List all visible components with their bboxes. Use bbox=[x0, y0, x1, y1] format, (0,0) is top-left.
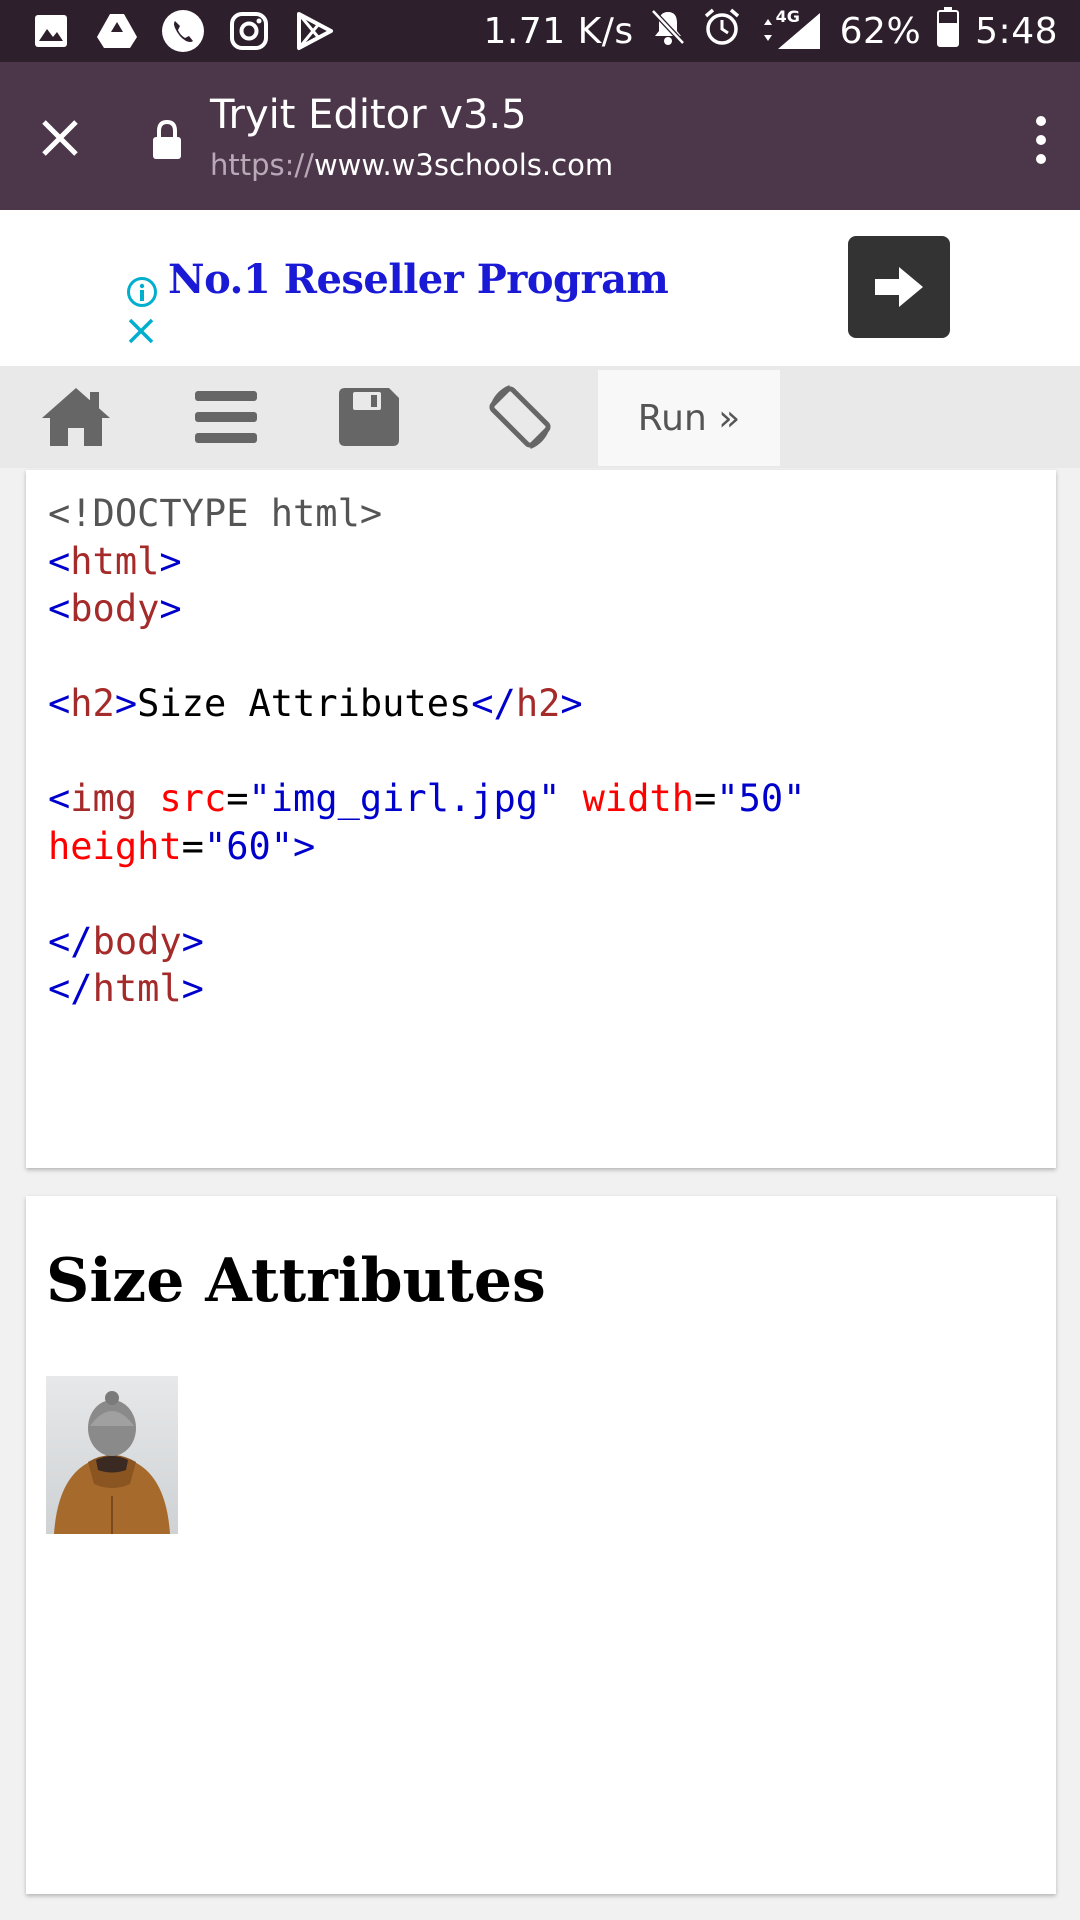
code-doctype: <!DOCTYPE html> bbox=[48, 492, 383, 535]
alarm-icon bbox=[702, 7, 742, 56]
signal-icon: 4G bbox=[758, 7, 824, 51]
battery-icon bbox=[937, 6, 960, 56]
editor-toolbar bbox=[0, 366, 1080, 468]
code-body-open: body bbox=[70, 587, 160, 630]
code-text[interactable]: <!DOCTYPE html> <html> <body> <h2>Size A… bbox=[48, 490, 805, 1013]
arrow-right-icon bbox=[875, 267, 923, 307]
page-title: Tryit Editor v3.5 bbox=[210, 92, 527, 138]
url-host: www.w3schools.com bbox=[313, 148, 614, 182]
phone-icon bbox=[160, 8, 206, 54]
run-button[interactable]: Run » bbox=[598, 370, 780, 466]
code-h2-close: h2 bbox=[515, 682, 561, 725]
result-image bbox=[46, 1376, 178, 1534]
save-icon[interactable] bbox=[324, 366, 416, 468]
instagram-icon bbox=[226, 8, 272, 54]
code-attr-src: src bbox=[159, 777, 227, 820]
code-html-close: html bbox=[92, 967, 182, 1010]
battery-level: 62% bbox=[839, 10, 922, 52]
code-val-src: "img_girl.jpg" bbox=[248, 777, 561, 820]
code-h2-open: h2 bbox=[70, 682, 115, 725]
result-frame: Size Attributes bbox=[26, 1196, 1056, 1894]
rotate-screen-icon[interactable] bbox=[474, 366, 566, 468]
drive-icon bbox=[94, 8, 140, 54]
code-body-close: body bbox=[92, 919, 182, 963]
code-val-height: "60" bbox=[203, 824, 294, 868]
gallery-icon bbox=[28, 8, 74, 54]
ad-arrow-button[interactable] bbox=[848, 236, 950, 338]
code-attr-width: width bbox=[582, 777, 695, 820]
play-store-icon bbox=[292, 8, 338, 54]
status-bar: 1.71 K/s 4G 62% 5:48 bbox=[0, 0, 1080, 62]
home-icon[interactable] bbox=[30, 366, 122, 468]
page-url[interactable]: https://www.w3schools.com bbox=[210, 148, 613, 182]
code-val-width: "50" bbox=[716, 777, 806, 820]
network-type: 4G bbox=[775, 7, 800, 26]
code-h2-text: Size Attributes bbox=[137, 682, 472, 725]
custom-tab-toolbar: Tryit Editor v3.5 https://www.w3schools.… bbox=[0, 62, 1080, 210]
clock: 5:48 bbox=[975, 10, 1058, 52]
status-system: 1.71 K/s 4G 62% 5:48 bbox=[484, 0, 1058, 62]
code-attr-height: height bbox=[48, 824, 182, 868]
ad-info-icon[interactable] bbox=[126, 276, 158, 313]
code-editor[interactable]: <!DOCTYPE html> <html> <body> <h2>Size A… bbox=[26, 470, 1056, 1168]
net-speed: 1.71 K/s bbox=[483, 10, 634, 52]
ad-close-icon[interactable] bbox=[126, 316, 156, 346]
url-scheme: https:// bbox=[210, 148, 314, 182]
result-heading: Size Attributes bbox=[46, 1246, 546, 1316]
mute-icon bbox=[650, 8, 686, 55]
lock-icon bbox=[150, 119, 184, 160]
overflow-menu-icon[interactable] bbox=[1026, 110, 1056, 170]
close-icon[interactable] bbox=[30, 108, 90, 168]
menu-icon[interactable] bbox=[180, 366, 272, 468]
ad-link[interactable]: No.1 Reseller Program bbox=[168, 256, 669, 303]
status-notifications bbox=[28, 0, 338, 62]
code-html-open: html bbox=[70, 539, 160, 583]
code-img-tag: img bbox=[70, 777, 138, 820]
